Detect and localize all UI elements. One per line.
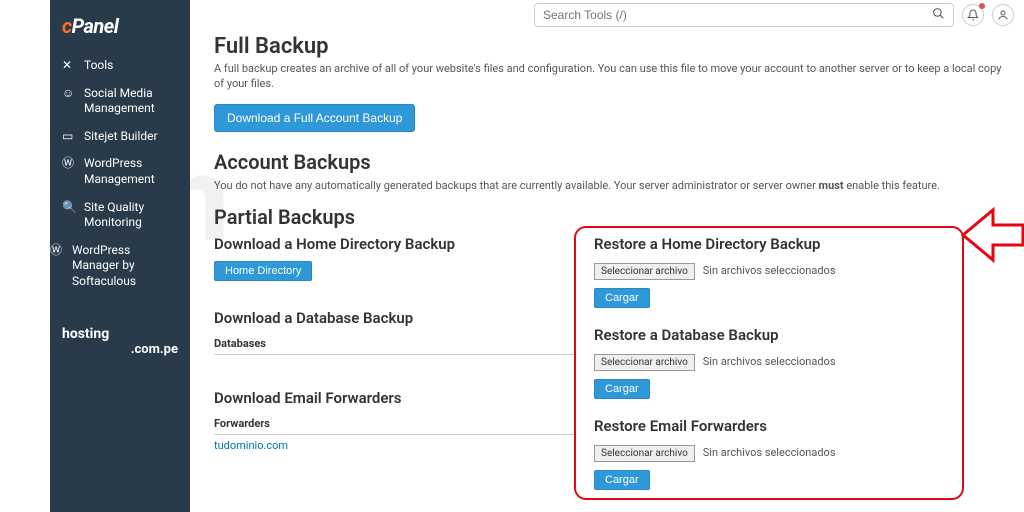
- logo: cPanel: [50, 10, 190, 52]
- sidebar-item-wp-softaculous[interactable]: Ⓦ WordPress Manager by Softaculous: [50, 237, 190, 296]
- account-backups-title: Account Backups: [214, 150, 1010, 174]
- sidebar-item-social[interactable]: ☺ Social Media Management: [50, 80, 190, 123]
- hosting-brand: hosting .com.pe: [50, 296, 190, 387]
- download-column: Download a Home Directory Backup Home Di…: [214, 235, 574, 490]
- dl-fw-title: Download Email Forwarders: [214, 389, 574, 407]
- no-file-label: Sin archivos seleccionados: [703, 264, 836, 277]
- sidebar-item-label: WordPress Manager by Softaculous: [72, 243, 178, 290]
- full-backup-desc: A full backup creates an archive of all …: [214, 61, 1010, 92]
- account-backups-desc: You do not have any automatically genera…: [214, 178, 1010, 193]
- upload-fw-button[interactable]: Cargar: [594, 470, 650, 490]
- choose-file-button[interactable]: Seleccionar archivo: [594, 263, 695, 280]
- download-full-backup-button[interactable]: Download a Full Account Backup: [214, 104, 415, 132]
- home-directory-button[interactable]: Home Directory: [214, 261, 312, 281]
- wordpress-icon: Ⓦ: [62, 156, 76, 172]
- social-icon: ☺: [62, 86, 76, 102]
- forwarder-link[interactable]: tudominio.com: [214, 435, 574, 456]
- full-backup-title: Full Backup: [214, 34, 1010, 59]
- dl-home-title: Download a Home Directory Backup: [214, 235, 574, 253]
- user-icon[interactable]: [992, 4, 1014, 26]
- no-file-label: Sin archivos seleccionados: [703, 446, 836, 459]
- sidebar-item-label: Tools: [84, 58, 113, 74]
- upload-db-button[interactable]: Cargar: [594, 379, 650, 399]
- search-input[interactable]: [543, 8, 932, 22]
- sidebar-item-quality[interactable]: 🔍 Site Quality Monitoring: [50, 194, 190, 237]
- sidebar-item-wp-mgmt[interactable]: Ⓦ WordPress Management: [50, 150, 190, 193]
- dl-db-title: Download a Database Backup: [214, 309, 574, 327]
- restore-column: Restore a Home Directory Backup Seleccio…: [594, 235, 1010, 490]
- fw-column-header: Forwarders: [214, 413, 574, 435]
- quality-icon: 🔍: [62, 200, 76, 216]
- sidebar-item-tools[interactable]: ✕ Tools: [50, 52, 190, 80]
- main-content: Full Backup A full backup creates an arc…: [200, 30, 1024, 512]
- no-file-label: Sin archivos seleccionados: [703, 355, 836, 368]
- notification-dot: [979, 3, 985, 9]
- rs-fw-title: Restore Email Forwarders: [594, 417, 1010, 435]
- notifications-icon[interactable]: [962, 4, 984, 26]
- search-wrap[interactable]: [534, 3, 954, 27]
- sidebar-item-sitejet[interactable]: ▭ Sitejet Builder: [50, 123, 190, 151]
- rs-db-title: Restore a Database Backup: [594, 326, 1010, 344]
- db-column-header: Databases: [214, 333, 574, 355]
- sidebar: cPanel ✕ Tools ☺ Social Media Management…: [50, 0, 190, 512]
- partial-backups-title: Partial Backups: [214, 205, 1010, 229]
- tools-icon: ✕: [62, 58, 76, 74]
- wordpress-icon: Ⓦ: [50, 243, 64, 259]
- sidebar-item-label: Sitejet Builder: [84, 129, 158, 145]
- sidebar-item-label: Social Media Management: [84, 86, 178, 117]
- sidebar-item-label: Site Quality Monitoring: [84, 200, 178, 231]
- search-icon[interactable]: [932, 7, 945, 24]
- upload-home-button[interactable]: Cargar: [594, 288, 650, 308]
- sidebar-item-label: WordPress Management: [84, 156, 178, 187]
- sitejet-icon: ▭: [62, 129, 76, 145]
- rs-home-title: Restore a Home Directory Backup: [594, 235, 1010, 253]
- choose-file-button[interactable]: Seleccionar archivo: [594, 354, 695, 371]
- choose-file-button[interactable]: Seleccionar archivo: [594, 445, 695, 462]
